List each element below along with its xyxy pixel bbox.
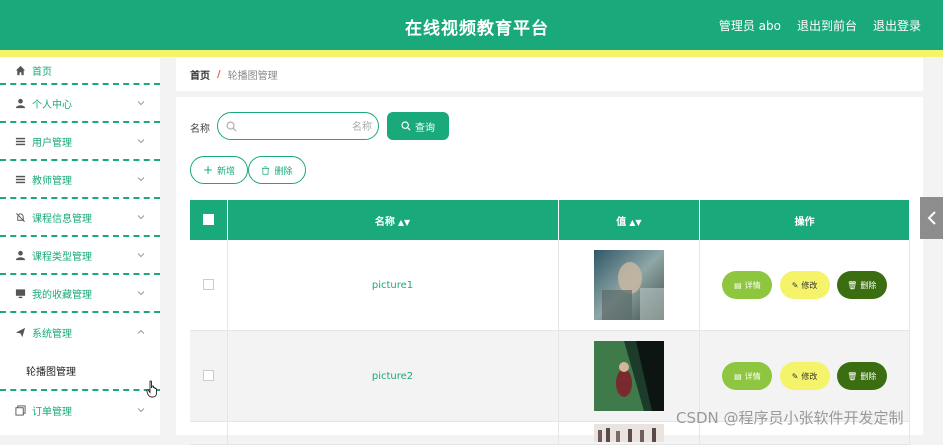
sidebar-item-label: 我的收藏管理	[32, 289, 92, 301]
row-name: picture1	[227, 240, 559, 331]
sidebar-item-favorites[interactable]: 我的收藏管理	[0, 275, 160, 313]
breadcrumb-separator: /	[217, 68, 221, 80]
chevron-down-icon	[137, 139, 145, 144]
send-icon	[14, 326, 26, 338]
sidebar-item-label: 个人中心	[32, 99, 72, 111]
chevron-down-icon	[137, 101, 145, 106]
search-input[interactable]	[242, 117, 374, 137]
row-select-cell	[190, 240, 228, 331]
home-icon	[14, 64, 26, 76]
chevron-down-icon	[137, 253, 145, 258]
main-content: 名称 查询 + 新增 删除 名称▲▼ 值▲▼ 操作 picture1	[176, 97, 923, 445]
chevron-up-icon	[137, 329, 145, 334]
sort-icon: ▲▼	[629, 217, 642, 227]
app-title: 在线视频教育平台	[405, 19, 549, 39]
chevron-down-icon	[137, 215, 145, 220]
doc-icon: ▤	[734, 280, 742, 290]
sidebar-item-label: 课程信息管理	[32, 213, 92, 225]
sidebar-item-label: 首页	[32, 66, 52, 78]
header-links: 管理员 abo 退出到前台 退出登录	[719, 17, 921, 34]
sidebar-item-label: 系统管理	[32, 328, 72, 340]
exit-to-front-link[interactable]: 退出到前台	[797, 17, 857, 34]
top-header: 在线视频教育平台 管理员 abo 退出到前台 退出登录	[0, 0, 943, 50]
sidebar-item-profile[interactable]: 个人中心	[0, 85, 160, 123]
carousel-thumbnail[interactable]	[593, 250, 664, 320]
pencil-icon: ✎	[791, 280, 799, 290]
sidebar-item-home[interactable]: 首页	[0, 57, 160, 85]
search-button-label: 查询	[415, 122, 435, 134]
sidebar-item-label: 课程类型管理	[32, 251, 92, 263]
list-icon	[14, 135, 26, 147]
sort-icon: ▲▼	[397, 217, 411, 227]
chevron-down-icon	[137, 291, 145, 296]
trash-icon: 🗑︎	[847, 371, 858, 381]
row-image-cell	[558, 240, 701, 331]
column-header-ops: 操作	[699, 200, 910, 240]
pencil-icon: ✎	[791, 371, 799, 381]
breadcrumb: 首页 / 轮播图管理	[176, 57, 923, 91]
sidebar-item-label: 订单管理	[32, 406, 72, 418]
sidebar-item-course-type[interactable]: 课程类型管理	[0, 237, 160, 275]
row-checkbox[interactable]	[202, 279, 214, 291]
row-checkbox[interactable]	[202, 370, 214, 382]
logout-link[interactable]: 退出登录	[873, 17, 921, 34]
delete-button[interactable]: 🗑︎ 删除	[836, 271, 887, 299]
delete-button-label: 删除	[274, 166, 293, 177]
sidebar-item-label: 教师管理	[32, 175, 72, 187]
search-label: 名称	[190, 124, 210, 135]
detail-button[interactable]: ▤ 详情	[722, 362, 773, 390]
search-box[interactable]	[217, 112, 379, 140]
bell-off-icon	[14, 211, 26, 223]
detail-button[interactable]: ▤ 详情	[722, 271, 773, 299]
edit-button[interactable]: ✎ 修改	[779, 362, 830, 390]
search-icon	[226, 121, 237, 132]
row-select-cell	[190, 330, 228, 422]
trash-icon	[262, 165, 270, 175]
monitor-icon	[14, 287, 26, 299]
search-icon	[401, 121, 411, 131]
column-header-value[interactable]: 值 ▲▼	[558, 200, 701, 240]
sidebar: 首页 个人中心 用户管理 教师管理 课程信息管理 课程类型管理 我的收藏管理 系…	[0, 57, 160, 435]
delete-button[interactable]: 🗑︎ 删除	[836, 362, 887, 390]
plus-icon: +	[202, 163, 214, 177]
trash-icon: 🗑︎	[847, 280, 858, 290]
breadcrumb-current: 轮播图管理	[227, 70, 278, 82]
chevron-left-icon	[927, 211, 936, 225]
sidebar-item-course-info[interactable]: 课程信息管理	[0, 199, 160, 237]
collapse-panel-button[interactable]	[920, 197, 943, 239]
edit-button[interactable]: ✎ 修改	[779, 271, 830, 299]
hand-cursor-icon	[146, 380, 157, 398]
select-all-checkbox[interactable]	[202, 214, 214, 226]
watermark-text: CSDN @程序员小张软件开发定制	[676, 409, 904, 427]
add-button[interactable]: + 新增	[190, 156, 248, 184]
list-icon	[14, 173, 26, 185]
row-actions: ▤ 详情 ✎ 修改 🗑︎ 删除	[699, 240, 910, 331]
row-name: picture2	[227, 330, 559, 422]
sidebar-item-orders[interactable]: 订单管理	[0, 391, 160, 429]
sidebar-item-teachers[interactable]: 教师管理	[0, 161, 160, 199]
column-header-name[interactable]: 名称 ▲▼	[227, 200, 559, 240]
chevron-down-icon	[137, 408, 145, 413]
admin-name[interactable]: 管理员 abo	[719, 17, 781, 34]
chevron-down-icon	[137, 177, 145, 182]
sidebar-subitem-carousel[interactable]: 轮播图管理	[0, 351, 160, 391]
batch-delete-button[interactable]: 删除	[248, 156, 306, 184]
sidebar-item-users[interactable]: 用户管理	[0, 123, 160, 161]
carousel-thumbnail[interactable]	[593, 424, 664, 442]
table-row: picture1 ▤ 详情 ✎ 修改 🗑︎ 删除	[190, 240, 910, 331]
sidebar-item-label: 用户管理	[32, 137, 72, 149]
carousel-thumbnail[interactable]	[593, 341, 664, 411]
breadcrumb-home[interactable]: 首页	[190, 67, 210, 82]
header-accent-line	[0, 50, 943, 57]
user-icon	[14, 97, 26, 109]
search-button[interactable]: 查询	[387, 112, 449, 140]
copy-icon	[14, 404, 26, 416]
add-button-label: 新增	[217, 166, 236, 177]
sidebar-subitem-label: 轮播图管理	[26, 366, 76, 378]
user-icon	[14, 249, 26, 261]
sidebar-item-system[interactable]: 系统管理	[0, 313, 160, 351]
doc-icon: ▤	[734, 371, 742, 381]
select-all-header	[190, 200, 228, 240]
